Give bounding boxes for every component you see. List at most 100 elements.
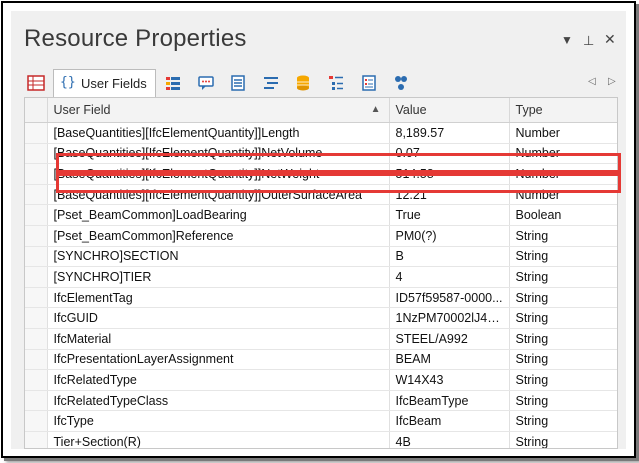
cell-user-field[interactable]: IfcType <box>47 410 390 432</box>
cell-type[interactable]: Number <box>509 184 617 206</box>
properties-grid-icon[interactable] <box>27 74 45 92</box>
cell-value[interactable]: BEAM <box>389 349 510 371</box>
cell-value[interactable]: IfcBeamType <box>389 390 510 412</box>
cell-value[interactable]: W14X43 <box>389 369 510 391</box>
cell-value[interactable]: PM0(?) <box>389 225 510 247</box>
cell-user-field[interactable]: [BaseQuantities][IfcElementQuantity]]Net… <box>47 143 390 165</box>
cell-value[interactable]: B <box>389 246 510 268</box>
table-row[interactable]: IfcRelatedTypeClass IfcBeamType String <box>25 390 617 412</box>
tree-list-icon[interactable] <box>327 74 345 92</box>
row-gutter <box>25 122 48 144</box>
table-row[interactable]: IfcElementTag ID57f59587-0000... String <box>25 287 617 309</box>
scroll-right-icon[interactable]: ▷ <box>608 76 616 87</box>
row-gutter <box>25 307 48 329</box>
table-row[interactable]: Tier+Section(R) 4B String <box>25 431 617 448</box>
pin-icon[interactable]: ⊥ <box>583 33 594 49</box>
database-stack-icon[interactable] <box>294 74 312 92</box>
cell-value[interactable]: 0.07 <box>389 143 510 165</box>
table-row[interactable]: IfcType IfcBeam String <box>25 410 617 432</box>
sort-ascending-icon[interactable]: ▲ <box>371 104 381 115</box>
table-row[interactable]: [Pset_BeamCommon]LoadBearing True Boolean <box>25 204 617 226</box>
bar-list-icon[interactable] <box>164 74 182 92</box>
header-gutter <box>25 98 48 123</box>
column-header-user-field-label: User Field <box>53 103 111 117</box>
cell-type[interactable]: String <box>509 410 617 432</box>
row-gutter <box>25 266 48 288</box>
cell-type[interactable]: String <box>509 287 617 309</box>
user-fields-grid: User Field ▲ Value Type [BaseQuantities]… <box>24 97 618 449</box>
table-row[interactable]: IfcMaterial STEEL/A992 String <box>25 328 617 350</box>
cell-value[interactable]: STEEL/A992 <box>389 328 510 350</box>
table-row[interactable]: [SYNCHRO]SECTION B String <box>25 246 617 268</box>
cell-user-field[interactable]: IfcElementTag <box>47 287 390 309</box>
cell-type[interactable]: String <box>509 431 617 448</box>
link-nodes-icon[interactable] <box>392 74 410 92</box>
cell-value[interactable]: IfcBeam <box>389 410 510 432</box>
column-header-value[interactable]: Value <box>389 98 510 123</box>
cell-user-field[interactable]: [BaseQuantities][IfcElementQuantity]]Out… <box>47 184 390 206</box>
cell-user-field[interactable]: [Pset_BeamCommon]Reference <box>47 225 390 247</box>
column-header-user-field[interactable]: User Field ▲ <box>47 98 390 123</box>
dropdown-icon[interactable]: ▼ <box>561 33 573 47</box>
screenshot-frame: Resource Properties ▼ ⊥ ✕ {} User Fields <box>1 1 636 458</box>
column-header-type[interactable]: Type <box>509 98 617 123</box>
cell-type[interactable]: String <box>509 328 617 350</box>
panel-title: Resource Properties <box>24 25 247 52</box>
cell-type[interactable]: String <box>509 246 617 268</box>
cell-type[interactable]: String <box>509 390 617 412</box>
cell-value[interactable]: 12.21 <box>389 184 510 206</box>
row-gutter <box>25 369 48 391</box>
table-row[interactable]: IfcPresentationLayerAssignment BEAM String <box>25 349 617 371</box>
comment-icon[interactable] <box>197 74 215 92</box>
cell-type[interactable]: String <box>509 225 617 247</box>
table-row[interactable]: IfcRelatedType W14X43 String <box>25 369 617 391</box>
cell-value[interactable]: 514.58 <box>389 163 510 185</box>
cell-user-field[interactable]: Tier+Section(R) <box>47 431 390 448</box>
cell-type[interactable]: String <box>509 369 617 391</box>
cell-value[interactable]: ID57f59587-0000... <box>389 287 510 309</box>
table-row[interactable]: [SYNCHRO]TIER 4 String <box>25 266 617 288</box>
cell-user-field[interactable]: IfcPresentationLayerAssignment <box>47 349 390 371</box>
cell-type[interactable]: Number <box>509 163 617 185</box>
table-row[interactable]: [BaseQuantities][IfcElementQuantity]]Net… <box>25 143 617 165</box>
cell-user-field[interactable]: [BaseQuantities][IfcElementQuantity]]Len… <box>47 122 390 144</box>
cell-value[interactable]: True <box>389 204 510 226</box>
tab-user-fields-label: User Fields <box>81 76 147 91</box>
table-row[interactable]: IfcGUID 1NzPM70002lJ4q... String <box>25 307 617 329</box>
cell-user-field[interactable]: IfcRelatedType <box>47 369 390 391</box>
cell-value[interactable]: 8,189.57 <box>389 122 510 144</box>
align-icon[interactable] <box>262 74 280 92</box>
cell-user-field[interactable]: [SYNCHRO]TIER <box>47 266 390 288</box>
cell-value[interactable]: 1NzPM70002lJ4q... <box>389 307 510 329</box>
cell-user-field[interactable]: IfcGUID <box>47 307 390 329</box>
cell-user-field[interactable]: [SYNCHRO]SECTION <box>47 246 390 268</box>
cell-user-field[interactable]: IfcMaterial <box>47 328 390 350</box>
cell-value[interactable]: 4B <box>389 431 510 448</box>
table-row[interactable]: [Pset_BeamCommon]Reference PM0(?) String <box>25 225 617 247</box>
row-gutter <box>25 328 48 350</box>
table-row[interactable]: [BaseQuantities][IfcElementQuantity]]Len… <box>25 122 617 144</box>
close-icon[interactable]: ✕ <box>604 31 616 48</box>
table-row[interactable]: [BaseQuantities][IfcElementQuantity]]Out… <box>25 184 617 206</box>
cell-user-field[interactable]: IfcRelatedTypeClass <box>47 390 390 412</box>
table-row[interactable]: [BaseQuantities][IfcElementQuantity]]Net… <box>25 163 617 185</box>
cell-type[interactable]: Number <box>509 143 617 165</box>
row-gutter <box>25 390 48 412</box>
cell-type[interactable]: String <box>509 307 617 329</box>
tab-user-fields[interactable]: {} User Fields <box>53 69 156 97</box>
cell-user-field[interactable]: [Pset_BeamCommon]LoadBearing <box>47 204 390 226</box>
cell-type[interactable]: String <box>509 349 617 371</box>
cell-value[interactable]: 4 <box>389 266 510 288</box>
cell-type[interactable]: String <box>509 266 617 288</box>
cell-user-field[interactable]: [BaseQuantities][IfcElementQuantity]]Net… <box>47 163 390 185</box>
form-icon[interactable] <box>360 74 378 92</box>
cell-type[interactable]: Boolean <box>509 204 617 226</box>
row-gutter <box>25 287 48 309</box>
row-gutter <box>25 349 48 371</box>
scroll-left-icon[interactable]: ◁ <box>588 76 596 87</box>
row-gutter <box>25 143 48 165</box>
list-icon[interactable] <box>229 74 247 92</box>
table-header-row: User Field ▲ Value Type <box>25 98 617 123</box>
user-fields-table: User Field ▲ Value Type [BaseQuantities]… <box>25 98 617 448</box>
cell-type[interactable]: Number <box>509 122 617 144</box>
